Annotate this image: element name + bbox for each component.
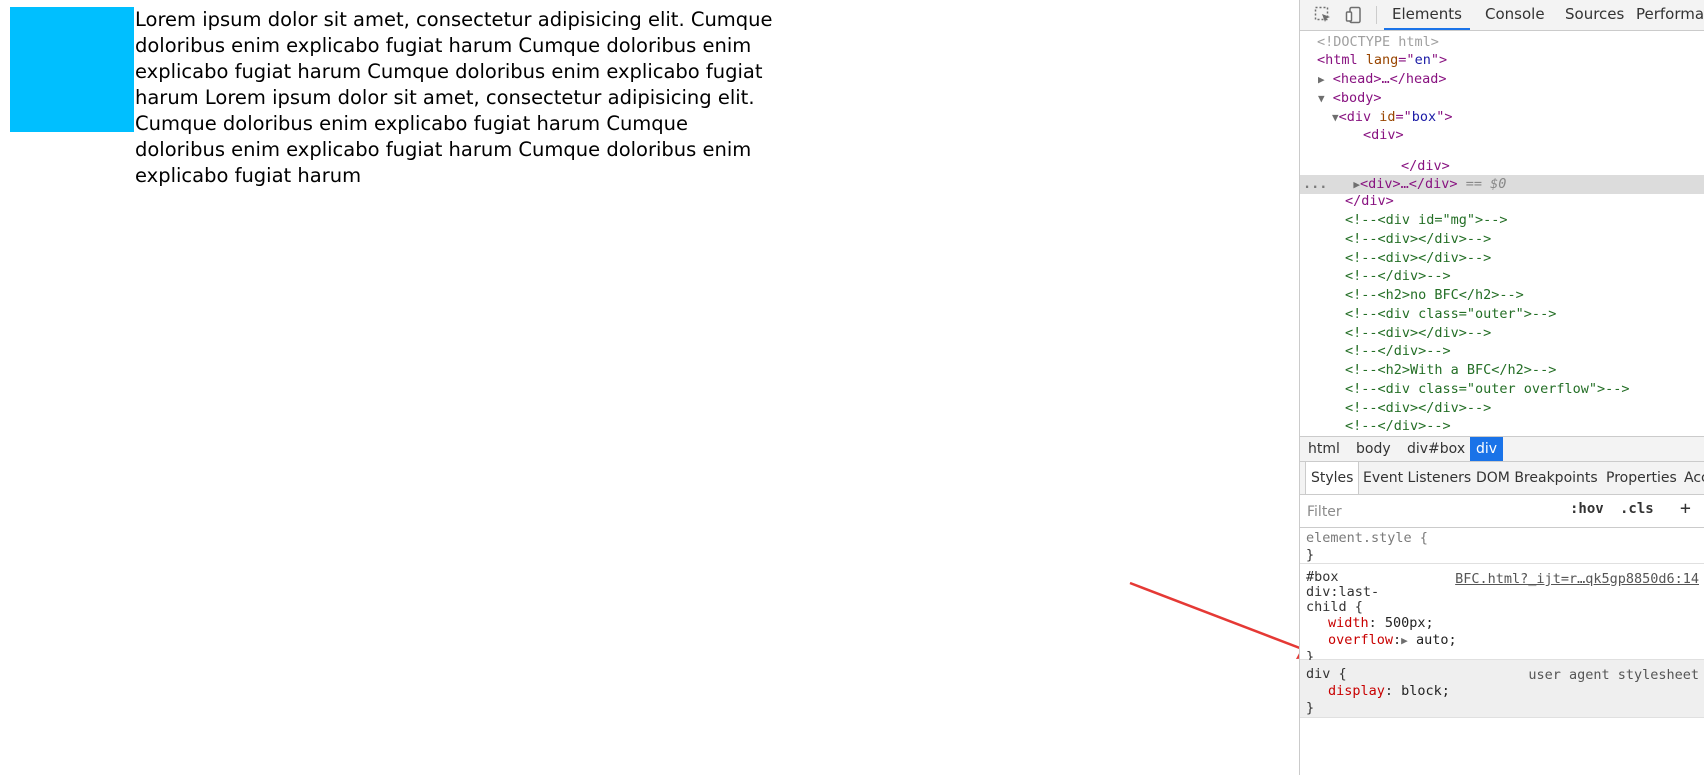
breadcrumb-div-box[interactable]: div#box xyxy=(1401,437,1471,461)
dom-line-div-box[interactable]: ▼<div id="box"> xyxy=(1300,108,1704,127)
subtab-styles[interactable]: Styles xyxy=(1305,462,1360,494)
dom-line-comment[interactable]: <!--</div>--> xyxy=(1300,342,1704,361)
inspect-element-icon[interactable] xyxy=(1312,4,1334,26)
breadcrumb-html[interactable]: html xyxy=(1302,437,1346,461)
tab-console[interactable]: Console xyxy=(1485,0,1545,30)
dom-line-comment[interactable]: <!--<h2>With a BFC</h2>--> xyxy=(1300,361,1704,380)
dom-line-comment[interactable]: <!--<div class="outer">--> xyxy=(1300,305,1704,324)
styles-filter-input[interactable] xyxy=(1305,501,1509,523)
paragraph-line: explicabo fugiat harum Cumque doloribus … xyxy=(135,60,763,83)
dom-line-div[interactable]: <div> xyxy=(1300,126,1704,145)
blue-box xyxy=(10,7,134,132)
cls-toggle[interactable]: .cls xyxy=(1620,501,1654,517)
paragraph: Lorem ipsum dolor sit amet, consectetur … xyxy=(135,7,773,189)
paragraph-line: harum Lorem ipsum dolor sit amet, consec… xyxy=(135,86,755,109)
css-property-display: display: block; xyxy=(1328,683,1450,699)
dom-line-comment[interactable]: <!--<h2>no BFC</h2>--> xyxy=(1300,286,1704,305)
breadcrumb-body[interactable]: body xyxy=(1350,437,1397,461)
subtab-properties[interactable]: Properties xyxy=(1606,462,1677,494)
dom-line-html[interactable]: <html lang="en"> xyxy=(1300,51,1704,70)
styles-pane: element.style { } #box div:last- child {… xyxy=(1300,528,1704,718)
user-agent-stylesheet-label: user agent stylesheet xyxy=(1528,667,1699,683)
dom-line-comment[interactable]: <!--<div></div>--> xyxy=(1300,249,1704,268)
hov-toggle[interactable]: :hov xyxy=(1570,501,1604,517)
devtools-tabbar: Elements Console Sources Performan xyxy=(1300,0,1704,31)
breadcrumb-div[interactable]: div xyxy=(1470,437,1504,461)
dom-line-comment[interactable]: <!--<div></div>--> xyxy=(1300,324,1704,343)
styles-filter-bar: :hov .cls + xyxy=(1300,495,1704,528)
subtab-accessibility[interactable]: Acc xyxy=(1684,462,1704,494)
collapse-triangle-icon[interactable]: ▼ xyxy=(1318,92,1325,105)
dom-line-comment[interactable]: <!--</div>--> xyxy=(1300,267,1704,286)
element-style-rule: element.style { } xyxy=(1300,528,1704,564)
box-div-last-child-rule: #box div:last- child { BFC.html?_ijt=r…q… xyxy=(1300,564,1704,665)
subtab-event-listeners[interactable]: Event Listeners xyxy=(1363,462,1471,494)
dom-line-comment[interactable]: <!--<div></div>--> xyxy=(1300,230,1704,249)
source-link[interactable]: BFC.html?_ijt=r…qk5gp8850d6:14 xyxy=(1455,571,1699,587)
tab-elements[interactable]: Elements xyxy=(1384,0,1470,30)
paragraph-line: Lorem ipsum dolor sit amet, consectetur … xyxy=(135,8,773,31)
breadcrumb: html body div#box div xyxy=(1300,436,1704,462)
device-toolbar-icon[interactable] xyxy=(1343,4,1365,26)
collapse-triangle-icon[interactable]: ▼ xyxy=(1332,111,1339,124)
dom-line-comment[interactable]: <!--<div class="outer overflow">--> xyxy=(1300,380,1704,399)
tab-sources[interactable]: Sources xyxy=(1565,0,1624,30)
dom-line-head[interactable]: ▶ <head>…</head> xyxy=(1300,70,1704,89)
dom-tree: <!DOCTYPE html> <html lang="en"> ▶ <head… xyxy=(1300,31,1704,436)
tab-performance[interactable]: Performan xyxy=(1636,0,1704,30)
toolbar-divider xyxy=(1376,6,1377,24)
paragraph-line: doloribus enim explicabo fugiat harum Cu… xyxy=(135,138,752,161)
paragraph-line: explicabo fugiat harum xyxy=(135,164,362,187)
user-agent-div-rule: div { user agent stylesheet display: blo… xyxy=(1300,660,1704,718)
paragraph-line: Cumque doloribus enim explicabo fugiat h… xyxy=(135,112,689,135)
css-property-overflow[interactable]: overflow:▶ auto; xyxy=(1306,632,1704,649)
dom-line-doctype[interactable]: <!DOCTYPE html> xyxy=(1300,33,1704,52)
dom-line-comment[interactable]: <!--<div id="mg">--> xyxy=(1300,211,1704,230)
css-property-width[interactable]: width: 500px; xyxy=(1306,615,1704,632)
dom-line-div-close[interactable]: </div> xyxy=(1300,157,1704,176)
sidebar-subtabs: Styles Event Listeners DOM Breakpoints P… xyxy=(1300,462,1704,495)
dom-line-div-close[interactable]: </div> xyxy=(1300,192,1704,211)
expand-triangle-icon[interactable]: ▶ xyxy=(1401,634,1408,647)
new-style-rule-button[interactable]: + xyxy=(1680,498,1691,519)
subtab-dom-breakpoints[interactable]: DOM Breakpoints xyxy=(1476,462,1598,494)
dom-line-body[interactable]: ▼ <body> xyxy=(1300,89,1704,108)
expand-triangle-icon[interactable]: ▶ xyxy=(1318,73,1325,86)
dom-line-comment[interactable]: <!--</div>--> xyxy=(1300,417,1704,436)
dom-line-comment[interactable]: <!--<div></div>--> xyxy=(1300,399,1704,418)
paragraph-line: doloribus enim explicabo fugiat harum Cu… xyxy=(135,34,752,57)
devtools-panel: Elements Console Sources Performan <!DOC… xyxy=(1299,0,1704,775)
page-viewport: Lorem ipsum dolor sit amet, consectetur … xyxy=(0,0,1325,775)
